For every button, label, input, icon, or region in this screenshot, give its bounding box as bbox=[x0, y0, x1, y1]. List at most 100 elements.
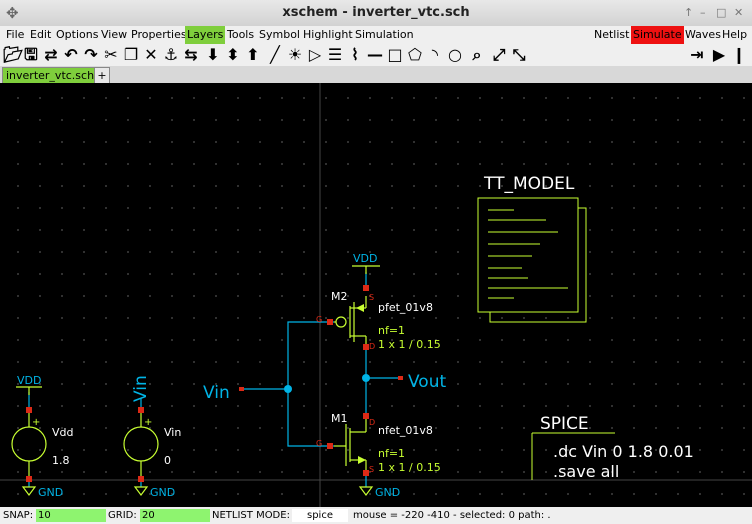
menu-properties[interactable]: Properties bbox=[129, 26, 189, 44]
netlist-mode-field[interactable]: spice bbox=[292, 509, 348, 522]
nmos-pin-s: S bbox=[369, 465, 374, 474]
highlight-icon[interactable]: ☀ bbox=[286, 45, 304, 65]
tt-model-title: TT_MODEL bbox=[483, 174, 575, 194]
netlist-mode-label: NETLIST MODE: bbox=[212, 510, 290, 521]
vdd-source-value: 1.8 bbox=[52, 454, 70, 467]
vdd-symbol-top[interactable]: VDD bbox=[352, 252, 380, 274]
simulate-button[interactable]: Simulate bbox=[631, 26, 684, 44]
vdd-label-left: VDD bbox=[17, 374, 41, 387]
nmos-m1[interactable]: M1 nfet_01v8 nf=1 1 x 1 / 0.15 D G S bbox=[316, 412, 441, 476]
close-icon[interactable]: ✕ bbox=[734, 6, 743, 19]
line-icon[interactable]: — bbox=[366, 45, 384, 65]
pmos-pin-d: D bbox=[369, 342, 375, 351]
reload-icon[interactable]: ⇄ bbox=[42, 45, 60, 65]
polygon-icon[interactable]: ⬠ bbox=[406, 45, 424, 65]
window-title: xschem - inverter_vtc.sch bbox=[282, 5, 470, 20]
waves-button[interactable]: Waves bbox=[683, 26, 723, 44]
vdd-label-top: VDD bbox=[353, 252, 377, 265]
nmos-model: nfet_01v8 bbox=[378, 424, 433, 437]
nmos-pin-d: D bbox=[369, 418, 375, 427]
nmos-size: 1 x 1 / 0.15 bbox=[378, 461, 441, 474]
rect-icon[interactable]: □ bbox=[386, 45, 404, 65]
snap-label: SNAP: bbox=[3, 510, 34, 521]
menu-options[interactable]: Options bbox=[54, 26, 100, 44]
wire-icon[interactable]: ╱ bbox=[266, 45, 284, 65]
simulate-icon[interactable]: ▶ bbox=[710, 45, 728, 65]
copy-icon[interactable]: ❐ bbox=[122, 45, 140, 65]
push-down-icon[interactable]: ⬇ bbox=[204, 45, 222, 65]
vdd-source[interactable]: + Vdd 1.8 bbox=[11, 407, 74, 482]
open-icon[interactable]: 📂︎ bbox=[3, 45, 23, 65]
menu-simulation[interactable]: Simulation bbox=[353, 26, 416, 44]
vin-source-name: Vin bbox=[164, 426, 181, 439]
keep-above-icon[interactable]: ↑ bbox=[684, 6, 693, 19]
menu-layers[interactable]: Layers bbox=[185, 26, 226, 44]
menu-edit[interactable]: Edit bbox=[28, 26, 53, 44]
tt-model-block[interactable]: TT_MODEL bbox=[477, 174, 587, 323]
vout-output-label: Vout bbox=[408, 372, 446, 392]
netlist-icon[interactable]: ⇥ bbox=[688, 45, 706, 65]
label-icon[interactable]: ☰ bbox=[326, 45, 344, 65]
snap-field[interactable]: 10 bbox=[36, 509, 106, 522]
spice-code-block[interactable]: SPICE .dc Vin 0 1.8 0.01 .save all bbox=[531, 414, 694, 481]
pmos-pin-g: G bbox=[316, 315, 322, 324]
pop-up-icon[interactable]: ⬆ bbox=[244, 45, 262, 65]
menu-file[interactable]: File bbox=[4, 26, 26, 44]
gnd-label-mid: GND bbox=[150, 486, 175, 499]
add-tab-button[interactable]: + bbox=[94, 67, 110, 84]
title-bar: ✥ xschem - inverter_vtc.sch ↑ – □ ✕ bbox=[0, 0, 752, 27]
delete-icon[interactable]: ✕ bbox=[142, 45, 160, 65]
pmos-size: 1 x 1 / 0.15 bbox=[378, 338, 441, 351]
toolbar: 📂︎ 🖫 ⇄ ↶ ↷ ✂ ❐ ✕ ⚓ ⇆ ⬇ ⬍ ⬆ ╱ ☀ ▷ ☰ ⌇ — □… bbox=[0, 44, 752, 66]
vdd-symbol-left[interactable]: VDD bbox=[16, 374, 42, 395]
cut-icon[interactable]: ✂ bbox=[102, 45, 120, 65]
gnd-symbol-mid[interactable]: GND bbox=[133, 486, 175, 499]
minimize-icon[interactable]: – bbox=[700, 6, 706, 19]
pin-icon[interactable]: ▷ bbox=[306, 45, 324, 65]
redo-icon[interactable]: ↷ bbox=[82, 45, 100, 65]
undo-icon[interactable]: ↶ bbox=[62, 45, 80, 65]
help-button[interactable]: Help bbox=[720, 26, 749, 44]
descend-icon[interactable]: ⬍ bbox=[224, 45, 242, 65]
nmos-ref: M1 bbox=[331, 412, 348, 425]
save-icon[interactable]: 🖫 bbox=[22, 45, 40, 65]
waves-icon[interactable]: ❙ bbox=[730, 45, 748, 65]
vout-output-pin[interactable]: Vout bbox=[398, 372, 446, 392]
pmos-pin-s: S bbox=[369, 293, 374, 302]
grid-label: GRID: bbox=[108, 510, 137, 521]
schematic-canvas[interactable]: TT_MODEL SPICE .dc Vin 0 1.8 0.01 .save … bbox=[0, 83, 752, 507]
menu-symbol[interactable]: Symbol bbox=[257, 26, 302, 44]
nmos-nf: nf=1 bbox=[378, 447, 405, 460]
vdd-plus-sign: + bbox=[32, 417, 40, 428]
junction-dot-in bbox=[284, 385, 292, 393]
grid-field[interactable]: 20 bbox=[140, 509, 210, 522]
model-page-front bbox=[477, 197, 579, 313]
zoom-icon[interactable]: ⌕ bbox=[468, 45, 486, 65]
netlist-button[interactable]: Netlist bbox=[592, 26, 631, 44]
gnd-symbol-left[interactable]: GND bbox=[21, 486, 63, 499]
net-label-icon[interactable]: ⌇ bbox=[346, 45, 364, 65]
arc-icon[interactable]: ◝ bbox=[426, 45, 444, 65]
junction-dot-out bbox=[362, 374, 370, 382]
move-icon[interactable]: ⇆ bbox=[182, 45, 200, 65]
menu-highlight[interactable]: Highlight bbox=[301, 26, 355, 44]
vin-source[interactable]: + Vin 0 bbox=[123, 407, 181, 482]
pmos-nf: nf=1 bbox=[378, 324, 405, 337]
gnd-label-right: GND bbox=[375, 486, 400, 499]
tab-inverter-vtc[interactable]: inverter_vtc.sch bbox=[2, 67, 99, 84]
maximize-icon[interactable]: □ bbox=[716, 6, 726, 19]
pmos-m2[interactable]: M2 pfet_01v8 nf=1 1 x 1 / 0.15 S G D bbox=[316, 285, 441, 351]
gnd-symbol-right[interactable]: GND bbox=[358, 486, 400, 499]
vin-input-pin[interactable]: Vin bbox=[203, 383, 244, 403]
menu-tools[interactable]: Tools bbox=[225, 26, 256, 44]
status-bar: SNAP: 10 GRID: 20 NETLIST MODE: spice mo… bbox=[0, 507, 752, 524]
tab-bar: inverter_vtc.sch + bbox=[0, 66, 752, 84]
circle-icon[interactable]: ○ bbox=[446, 45, 464, 65]
zoom-in-icon[interactable]: ⤢ bbox=[490, 45, 508, 65]
menu-view[interactable]: View bbox=[99, 26, 129, 44]
vin-net-label[interactable]: Vin bbox=[131, 375, 151, 402]
vdd-source-name: Vdd bbox=[52, 426, 74, 439]
insert-symbol-icon[interactable]: ⚓ bbox=[162, 45, 180, 65]
zoom-out-icon[interactable]: ⤡ bbox=[510, 45, 528, 65]
status-info: mouse = -220 -410 - selected: 0 path: . bbox=[353, 510, 551, 521]
